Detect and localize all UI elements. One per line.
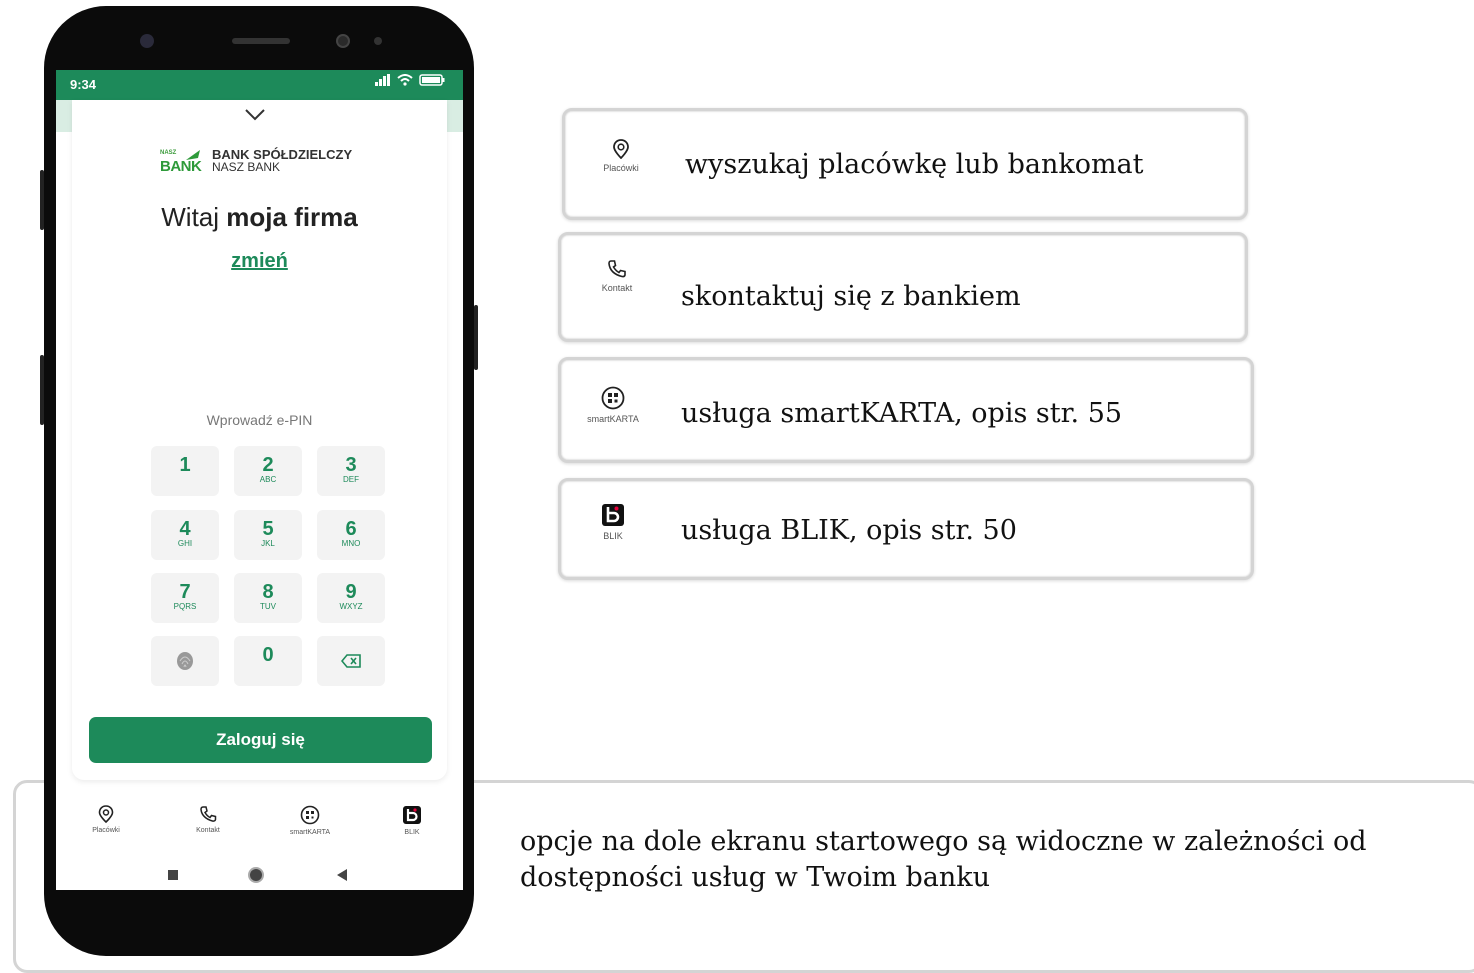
home-icon[interactable]: [248, 867, 264, 883]
signal-icon: [375, 74, 390, 86]
location-pin-icon: [98, 805, 114, 823]
logo-small-text: NASZ: [160, 150, 177, 156]
backspace-icon: [340, 654, 361, 668]
nav-placowki[interactable]: Placówki: [66, 805, 146, 834]
phone-icon: [200, 806, 217, 822]
status-time: 9:34: [70, 77, 97, 92]
speaker-grille: [232, 38, 290, 44]
welcome-name: moja firma: [226, 202, 358, 232]
callout-icon-label: smartKARTA: [587, 414, 639, 424]
volume-button: [40, 170, 44, 230]
smartkarta-icon: [300, 805, 320, 825]
callout-icon-box: Kontakt: [577, 259, 657, 293]
battery-icon: [419, 74, 445, 86]
nav-kontakt[interactable]: Kontakt: [168, 805, 248, 834]
nav-blik[interactable]: BLIK: [372, 805, 452, 836]
nav-label: smartKARTA: [289, 829, 331, 836]
nav-label: Placówki: [92, 827, 120, 834]
key-6[interactable]: 6 MNO: [317, 510, 385, 560]
key-1[interactable]: 1: [151, 446, 219, 496]
phone-icon: [608, 260, 626, 278]
login-button[interactable]: Zaloguj się: [89, 717, 432, 763]
key-3[interactable]: 3 DEF: [317, 446, 385, 496]
key-5[interactable]: 5 JKL: [234, 510, 302, 560]
system-nav-bar: [56, 860, 463, 890]
key-7[interactable]: 7 PQRS: [151, 573, 219, 623]
recents-icon[interactable]: [168, 870, 178, 880]
callout-placowki: Placówki wyszukaj placówkę lub bankomat: [562, 108, 1248, 220]
smartkarta-icon: [601, 386, 625, 410]
bank-name-line2: NASZ BANK: [212, 160, 281, 174]
chevron-down-icon[interactable]: [244, 102, 266, 128]
bank-logo-mark: NASZ BANK: [160, 148, 204, 175]
bottom-nav: Placówki Kontakt smartKARTA BLIK: [56, 805, 463, 855]
nav-label: BLIK: [404, 829, 420, 836]
bixby-button: [40, 355, 44, 425]
callout-icon-box: Placówki: [581, 139, 661, 173]
location-pin-icon: [613, 139, 629, 159]
callout-blik: BLIK usługa BLIK, opis str. 50: [558, 478, 1254, 580]
welcome-prefix: Witaj: [161, 202, 227, 232]
backspace-button[interactable]: [317, 636, 385, 686]
sensor-dot: [374, 37, 382, 45]
blik-icon: [602, 504, 624, 526]
pin-label: Wprowadź e-PIN: [206, 412, 313, 428]
sensor-icon: [336, 34, 350, 48]
callout-icon-box: smartKARTA: [573, 386, 653, 424]
callout-icon-label: Placówki: [603, 163, 639, 173]
callout-text: skontaktuj się z bankiem: [681, 281, 1021, 312]
fingerprint-icon: [177, 652, 193, 670]
status-icons: [375, 74, 445, 86]
phone-screen: 9:34 NASZ BANK BANK SPÓŁDZIELCZY NASZ BA…: [56, 70, 463, 890]
back-icon[interactable]: [337, 869, 347, 881]
bank-logo: NASZ BANK BANK SPÓŁDZIELCZY NASZ BANK: [160, 148, 352, 175]
key-8[interactable]: 8 TUV: [234, 573, 302, 623]
callout-kontakt: Kontakt skontaktuj się z bankiem: [558, 232, 1248, 342]
key-0[interactable]: 0: [234, 636, 302, 686]
front-camera: [140, 34, 154, 48]
welcome-heading: Witaj moja firma: [56, 202, 463, 233]
key-4[interactable]: 4 GHI: [151, 510, 219, 560]
callout-icon-label: BLIK: [603, 531, 623, 541]
callout-smartkarta: smartKARTA usługa smartKARTA, opis str. …: [558, 357, 1254, 463]
callout-text: usługa smartKARTA, opis str. 55: [681, 398, 1123, 429]
nav-label: Kontakt: [196, 827, 220, 834]
logo-big-text: BANK: [160, 158, 202, 175]
change-user-link[interactable]: zmień: [56, 250, 463, 273]
key-9[interactable]: 9 WXYZ: [317, 573, 385, 623]
callout-text: usługa BLIK, opis str. 50: [681, 515, 1017, 546]
callout-icon-label: Kontakt: [601, 283, 633, 293]
fingerprint-button[interactable]: [151, 636, 219, 686]
key-2[interactable]: 2 ABC: [234, 446, 302, 496]
callout-text: wyszukaj placówkę lub bankomat: [685, 149, 1144, 180]
wifi-icon: [397, 74, 413, 86]
nav-smartkarta[interactable]: smartKARTA: [270, 805, 350, 836]
callout-icon-box: BLIK: [573, 503, 653, 541]
status-bar: 9:34: [56, 70, 463, 100]
power-button: [474, 305, 478, 370]
bank-name: BANK SPÓŁDZIELCZY NASZ BANK: [212, 148, 352, 174]
blik-icon: [403, 806, 421, 824]
bottom-note: opcje na dole ekranu startowego są widoc…: [520, 826, 1367, 893]
